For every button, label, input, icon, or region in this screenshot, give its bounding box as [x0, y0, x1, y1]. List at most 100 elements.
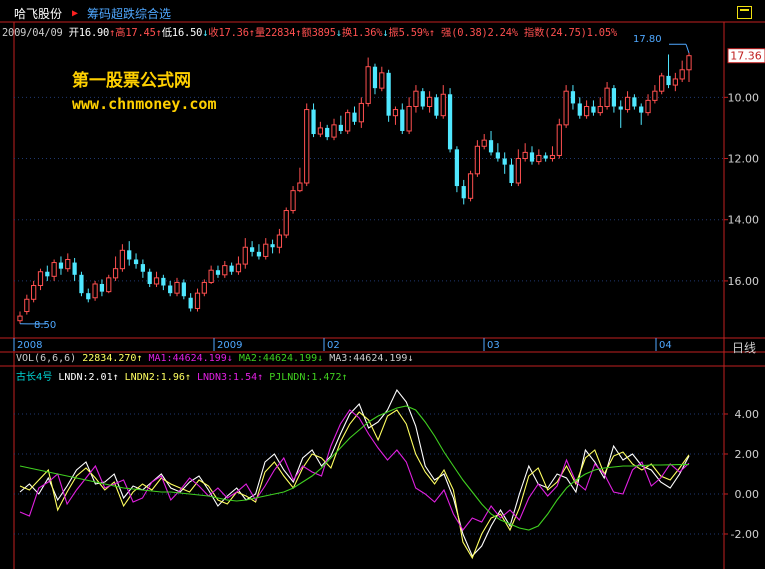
- candle-body: [420, 91, 425, 107]
- indicator-row: 古长4号 LNDN:2.01↑ LNDN2:1.96↑ LNDN3:1.54↑ …: [16, 368, 348, 383]
- candle-body: [119, 249, 126, 270]
- time-axis-label: 2008: [17, 340, 42, 351]
- candle-body: [400, 109, 405, 131]
- candle-body: [365, 66, 371, 104]
- candle-body: [536, 154, 542, 163]
- candle-body: [17, 315, 23, 322]
- candle-body: [79, 274, 84, 294]
- candle-body: [112, 268, 119, 279]
- indicator-tick-label: 2.00: [735, 448, 760, 461]
- indicator-tick-label: 0.00: [735, 488, 760, 501]
- candle-body: [666, 75, 671, 86]
- candle-body: [201, 281, 207, 294]
- watermark-url: www.chnmoney.com: [72, 95, 217, 113]
- candle-body: [127, 250, 132, 260]
- candle-body: [563, 90, 569, 126]
- lndn3-value: LNDN3:1.54: [196, 372, 258, 383]
- candle-body: [624, 96, 631, 111]
- candle-body: [522, 151, 528, 160]
- lndn2-value: LNDN2:1.96: [124, 372, 185, 383]
- candle-body: [474, 145, 480, 175]
- cycle-label[interactable]: 日线: [732, 339, 756, 356]
- candle-body: [58, 262, 64, 269]
- watermark-title: 第一股票公式网: [72, 71, 191, 91]
- candle-body: [317, 127, 323, 135]
- candle-body: [632, 97, 637, 107]
- time-axis-label: 03: [487, 340, 500, 351]
- candle-body: [249, 247, 255, 252]
- low-marker-label: 8.50: [34, 320, 56, 331]
- candle-body: [461, 186, 466, 199]
- candle-body: [577, 103, 582, 116]
- candle-body: [372, 66, 378, 89]
- candle-body: [242, 246, 248, 265]
- indicator-series-lndn2: [19, 409, 690, 560]
- ma3-value: MA3:44624.199: [329, 353, 408, 364]
- candle-body: [45, 271, 50, 277]
- candle-body: [556, 124, 562, 156]
- volume-value: 22834.270: [82, 353, 137, 364]
- candle-body: [509, 164, 514, 183]
- ma2-value: MA2:44624.199: [238, 353, 318, 364]
- candle-body: [358, 102, 364, 123]
- up-arrow-icon: ↑: [257, 372, 264, 383]
- down-arrow-icon: ↓: [317, 353, 324, 364]
- candle-body: [467, 173, 474, 199]
- candle-body: [283, 210, 289, 236]
- ma1-value: MA1:44624.199: [148, 353, 227, 364]
- candle-body: [311, 109, 316, 135]
- candle-body: [133, 259, 139, 265]
- price-tick-label: 16.00: [728, 275, 760, 288]
- candle-body: [345, 112, 351, 132]
- candle-body: [168, 285, 173, 294]
- candle-body: [304, 109, 310, 184]
- candle-body: [65, 259, 71, 270]
- candle-body: [618, 106, 623, 110]
- candle-body: [99, 283, 105, 292]
- candle-body: [583, 106, 590, 117]
- price-tick-label: 12.00: [728, 153, 760, 166]
- candle-body: [597, 106, 603, 114]
- indicator-series-lndn3: [19, 409, 690, 531]
- candle-body: [611, 88, 617, 107]
- indicator-name[interactable]: 古长4号: [16, 372, 52, 383]
- candle-body: [386, 72, 391, 116]
- candle-body: [352, 112, 357, 122]
- candle-body: [406, 106, 412, 132]
- down-arrow-icon: ↓: [407, 353, 414, 364]
- current-price-text: 17.36: [730, 50, 762, 63]
- candle-body: [679, 69, 685, 80]
- candle-body: [188, 297, 193, 309]
- candle-body: [297, 182, 303, 192]
- candle-body: [434, 97, 439, 116]
- candle-body: [591, 106, 596, 113]
- candle-body: [392, 109, 399, 117]
- high-marker-connector: [685, 44, 690, 54]
- candle-body: [672, 78, 678, 86]
- time-axis-label: 02: [327, 340, 340, 351]
- candle-body: [447, 94, 453, 150]
- up-arrow-icon: ↑: [112, 372, 119, 383]
- candle-body: [229, 265, 234, 272]
- candle-body: [652, 90, 658, 101]
- candle-body: [72, 262, 77, 275]
- candle-body: [331, 124, 337, 138]
- candle-body: [604, 87, 610, 107]
- indicator-tick-label: -2.00: [731, 528, 759, 541]
- candle-body: [379, 72, 385, 89]
- candle-body: [440, 93, 446, 117]
- candle-body: [488, 140, 494, 153]
- candle-body: [645, 99, 651, 114]
- time-axis-label: 04: [659, 340, 672, 351]
- lndn-value: LNDN:2.01: [58, 372, 113, 383]
- candle-body: [276, 234, 283, 248]
- candle-body: [338, 124, 343, 131]
- indicator-tick-label: 4.00: [735, 408, 760, 421]
- candle-body: [24, 298, 30, 313]
- up-arrow-icon: ↑: [341, 372, 348, 383]
- candle-body: [515, 158, 521, 184]
- candle-body: [290, 190, 296, 212]
- candle-body: [106, 277, 112, 293]
- candle-body: [256, 251, 262, 257]
- candle-body: [549, 154, 556, 160]
